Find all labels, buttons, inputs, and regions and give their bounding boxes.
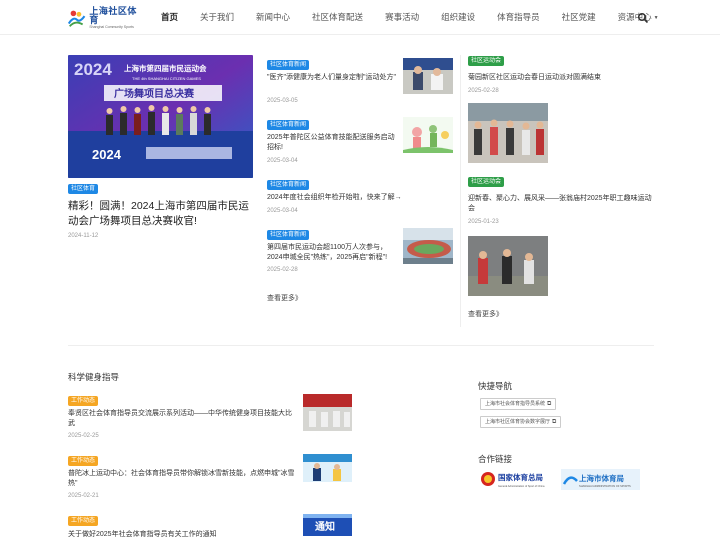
hero-date: 2024-11-12	[68, 233, 99, 239]
news-thumbnail-art	[403, 228, 453, 264]
main-nav: 首页 关于我们 新闻中心 社区体育配送 赛事活动 组织建设 体育指导员 社区党建…	[150, 0, 670, 35]
guide-thumbnail[interactable]: 通知	[303, 514, 352, 536]
logo-icon	[67, 10, 86, 27]
news-date: 2025-03-05	[267, 98, 298, 104]
search-icon[interactable]	[637, 12, 649, 24]
external-link-icon: ⧉	[547, 401, 552, 407]
partner-shanghai-sports-bureau[interactable]: 上海市体育局 SHANGHAI ADMINISTRATION OF SPORTS	[561, 469, 640, 490]
nav-about[interactable]: 关于我们	[189, 0, 245, 35]
news-badge: 社区体育新闻	[267, 230, 310, 240]
guide-title[interactable]: 关于做好2025年社会体育指导员有关工作的通知	[68, 530, 296, 540]
guide-date: 2025-02-25	[68, 433, 99, 439]
guide-thumbnail-text: 通知	[315, 520, 335, 533]
hero-image[interactable]: 2024 上海市第四届市民运动会 THE 4th SHANGHAI CITIZE…	[68, 55, 253, 178]
news-item[interactable]: 社区体育新闻 2025年普陀区公益体育技能配送服务启动招标! 2025-03-0…	[267, 117, 457, 170]
partner-sport-general-admin[interactable]: 国家体育总局 General Administration of Sport o…	[480, 469, 558, 490]
activity-badge[interactable]: 社区运动会	[468, 177, 505, 187]
partner-logo: 国家体育总局 General Administration of Sport o…	[480, 469, 558, 490]
nav-news[interactable]: 新闻中心	[245, 0, 301, 35]
news-date: 2025-03-04	[267, 208, 298, 214]
nav-home[interactable]: 首页	[150, 0, 189, 35]
activity-image-art	[468, 103, 548, 163]
news-title[interactable]: "医齐"添健康为老人们量身定制"运动处方"	[267, 73, 399, 83]
news-badge: 社区体育新闻	[267, 180, 310, 190]
activity-title[interactable]: 迎新春、聚心力、展风采——张翁庙村2025年职工趣味运动会	[468, 194, 653, 214]
news-badge: 社区体育新闻	[267, 120, 310, 130]
partner-name: 国家体育总局	[498, 472, 543, 482]
guide-section-title: 科学健身指导	[68, 372, 120, 382]
activity-image-art	[468, 236, 548, 296]
quick-link-instructor-system[interactable]: 上海市社会体育指导员系统 ⧉	[480, 398, 557, 410]
guide-title[interactable]: 普陀冰上运动中心：社会体育指导员带你解锁冰雪新技能，点燃申城"冰雪热"	[68, 469, 296, 489]
hero-image-art: 2024 上海市第四届市民运动会 THE 4th SHANGHAI CITIZE…	[68, 55, 253, 178]
news-thumbnail[interactable]	[403, 117, 453, 153]
partner-name: 上海市体育局	[579, 473, 624, 483]
guide-badge[interactable]: 工作动态	[68, 516, 99, 526]
guide-thumbnail-art: 通知	[303, 514, 352, 536]
nav-organization[interactable]: 组织建设	[430, 0, 486, 35]
news-item[interactable]: 社区体育新闻 "医齐"添健康为老人们量身定制"运动处方" 2025-03-05	[267, 58, 457, 110]
guide-thumbnail-art	[303, 394, 352, 431]
guide-thumbnail-art	[303, 454, 352, 487]
external-link-icon: ⧉	[552, 419, 557, 425]
site-logo[interactable]: 上海社区体育 Shanghai Community Sports	[66, 5, 142, 29]
news-thumbnail[interactable]	[403, 58, 453, 94]
partner-subtitle: General Administration of Sport of China	[498, 484, 545, 488]
activity-badge[interactable]: 社区运动会	[468, 56, 505, 66]
nav-party[interactable]: 社区党建	[551, 0, 607, 35]
activity-image[interactable]	[468, 103, 548, 163]
chevron-down-icon: ▼	[653, 14, 659, 21]
guide-title[interactable]: 奉贤区社会体育指导员交流展示系列活动——中华传统健身项目技能大比武	[68, 409, 296, 429]
guide-badge[interactable]: 工作动态	[68, 456, 99, 466]
nav-events[interactable]: 赛事活动	[374, 0, 430, 35]
hero-title-link[interactable]: 精彩！圆满！2024上海市第四届市民运动会广场舞项目总决赛收官!	[68, 199, 258, 229]
news-title[interactable]: 2025年普陀区公益体育技能配送服务启动招标!	[267, 133, 399, 153]
hero-image-banner-year: 2024	[92, 147, 122, 162]
news-date: 2025-03-04	[267, 158, 298, 164]
partners-title: 合作链接	[478, 454, 513, 464]
section-divider	[68, 345, 654, 346]
hero-image-year: 2024	[74, 60, 112, 79]
activity-date: 2025-02-28	[468, 88, 499, 94]
activity-image[interactable]	[468, 236, 548, 296]
hero-category-badge[interactable]: 社区体育	[68, 184, 99, 194]
column-divider	[460, 55, 461, 327]
news-more-link[interactable]: 查看更多》	[267, 293, 302, 303]
news-thumbnail-art	[403, 58, 453, 94]
activity-more-link[interactable]: 查看更多》	[468, 309, 503, 319]
quick-link-label: 上海市社区体育协会数字展厅	[485, 419, 551, 425]
nav-delivery[interactable]: 社区体育配送	[301, 0, 374, 35]
quick-nav-title: 快捷导航	[478, 381, 513, 391]
news-title[interactable]: 2024年度社会组织年检开始啦，快来了解→	[267, 193, 447, 203]
news-date: 2025-02-28	[267, 267, 298, 273]
quick-link-label: 上海市社会体育指导员系统	[485, 401, 546, 407]
activity-date: 2025-01-23	[468, 219, 499, 225]
partner-logo: 上海市体育局 SHANGHAI ADMINISTRATION OF SPORTS	[561, 469, 640, 490]
nav-instructors[interactable]: 体育指导员	[486, 0, 551, 35]
guide-date: 2025-02-21	[68, 493, 99, 499]
news-item[interactable]: 社区体育新闻 2024年度社会组织年检开始啦，快来了解→ 2025-03-04	[267, 180, 457, 220]
logo-subtitle: Shanghai Community Sports	[89, 24, 134, 29]
partner-subtitle: SHANGHAI ADMINISTRATION OF SPORTS	[579, 484, 631, 488]
news-thumbnail[interactable]	[403, 228, 453, 264]
hero-image-subtitle: 广场舞项目总决赛	[114, 87, 195, 100]
quick-link-digital-hall[interactable]: 上海市社区体育协会数字展厅 ⧉	[480, 416, 562, 428]
guide-thumbnail[interactable]	[303, 454, 352, 487]
guide-thumbnail[interactable]	[303, 394, 352, 431]
news-item[interactable]: 社区体育新闻 第四届市民运动会超1100万人次参与，2024申城全民"热练"，2…	[267, 228, 457, 280]
site-header: 上海社区体育 Shanghai Community Sports 首页 关于我们…	[0, 0, 720, 35]
news-title[interactable]: 第四届市民运动会超1100万人次参与，2024申城全民"热练"，2025再启"新…	[267, 243, 399, 263]
news-thumbnail-art	[403, 117, 453, 153]
hero-image-title-en: THE 4th SHANGHAI CITIZEN GAMES	[132, 76, 201, 81]
news-badge: 社区体育新闻	[267, 60, 310, 70]
logo-title: 上海社区体育	[89, 5, 137, 25]
guide-badge[interactable]: 工作动态	[68, 396, 99, 406]
hero-image-title: 上海市第四届市民运动会	[124, 63, 207, 73]
activity-title[interactable]: 菊园新区社区运动会春日运动派对圆满结束	[468, 73, 658, 83]
